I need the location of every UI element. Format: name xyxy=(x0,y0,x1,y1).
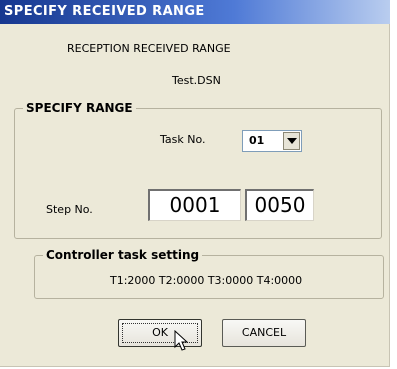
controller-task-legend: Controller task setting xyxy=(43,248,203,262)
dialog-window: SPECIFY RECEIVED RANGE RECEPTION RECEIVE… xyxy=(0,0,390,367)
chevron-down-icon[interactable] xyxy=(283,132,300,150)
filename-label: Test.DSN xyxy=(172,74,221,87)
task-no-select[interactable]: 01 xyxy=(242,130,302,152)
mouse-pointer-icon xyxy=(174,330,189,351)
step-to-input[interactable]: 0050 xyxy=(245,189,314,221)
controller-task-values: T1:2000 T2:0000 T3:0000 T4:0000 xyxy=(110,274,303,287)
ok-button-label: OK xyxy=(152,326,168,339)
specify-range-legend: SPECIFY RANGE xyxy=(23,101,136,115)
window-title: SPECIFY RECEIVED RANGE xyxy=(4,4,205,19)
reception-range-label: RECEPTION RECEIVED RANGE xyxy=(67,42,231,55)
ok-button[interactable]: OK xyxy=(118,319,202,347)
step-no-label: Step No. xyxy=(46,203,93,216)
cancel-button-label: CANCEL xyxy=(241,326,287,339)
task-no-label: Task No. xyxy=(160,133,206,146)
task-no-value: 01 xyxy=(249,134,265,147)
cancel-button[interactable]: CANCEL xyxy=(222,319,306,347)
title-bar[interactable]: SPECIFY RECEIVED RANGE xyxy=(0,0,390,24)
step-from-input[interactable]: 0001 xyxy=(148,189,241,221)
